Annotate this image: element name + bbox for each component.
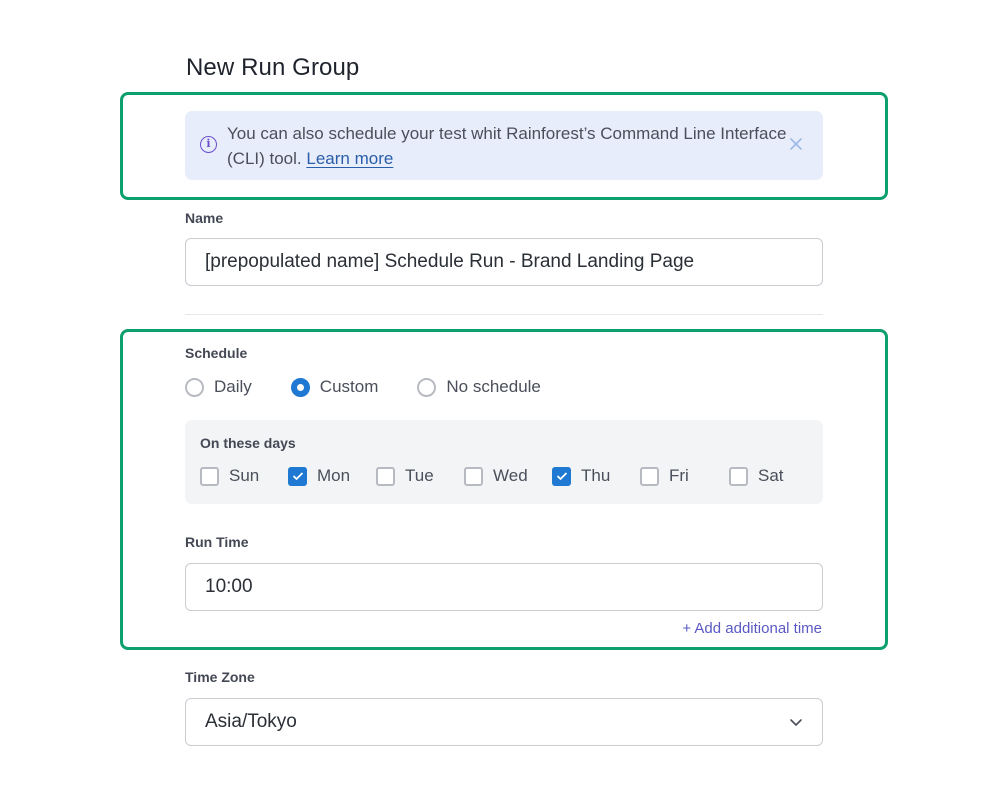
radio-daily[interactable]: Daily	[185, 377, 252, 397]
check-icon	[292, 472, 303, 481]
checkbox-box	[464, 466, 483, 486]
checkbox-box	[376, 466, 395, 486]
run-time-label: Run Time	[185, 534, 249, 550]
checkbox-wed[interactable]: Wed	[464, 466, 528, 486]
time-zone-label: Time Zone	[185, 669, 255, 685]
info-banner: i You can also schedule your test whit R…	[185, 111, 823, 180]
checkbox-thu[interactable]: Thu	[552, 466, 610, 486]
page-title: New Run Group	[186, 54, 360, 81]
run-time-input[interactable]: 10:00	[185, 563, 823, 611]
checkbox-box-checked	[288, 466, 307, 486]
checkbox-sat[interactable]: Sat	[729, 466, 784, 486]
close-icon[interactable]	[787, 135, 805, 153]
chevron-down-icon	[790, 719, 802, 726]
checkbox-label: Sun	[229, 466, 260, 485]
days-label: On these days	[200, 435, 296, 451]
schedule-label: Schedule	[185, 345, 248, 361]
banner-message: You can also schedule your test whit Rai…	[227, 121, 787, 171]
info-icon: i	[200, 136, 217, 153]
learn-more-link[interactable]: Learn more	[306, 149, 393, 168]
checkbox-label: Mon	[317, 466, 351, 485]
checkbox-box	[729, 466, 748, 486]
name-input-value: [prepopulated name] Schedule Run - Brand…	[205, 251, 695, 272]
checkbox-box	[640, 466, 659, 486]
checkbox-label: Sat	[758, 466, 784, 485]
checkbox-tue[interactable]: Tue	[376, 466, 434, 486]
radio-circle	[417, 377, 437, 397]
checkbox-sun[interactable]: Sun	[200, 466, 259, 486]
name-label: Name	[185, 210, 224, 226]
radio-no-schedule[interactable]: No schedule	[417, 377, 541, 397]
run-time-value: 10:00	[205, 576, 253, 597]
checkbox-box-checked	[552, 466, 571, 486]
radio-custom[interactable]: Custom	[290, 377, 379, 397]
time-zone-select[interactable]: Asia/Tokyo	[185, 698, 823, 746]
radio-label: Custom	[319, 377, 379, 396]
name-input[interactable]: [prepopulated name] Schedule Run - Brand…	[185, 238, 823, 286]
schedule-radio-group: Daily Custom No schedule	[185, 375, 580, 399]
checkbox-fri[interactable]: Fri	[640, 466, 689, 486]
checkbox-label: Wed	[493, 466, 528, 485]
add-additional-time-link[interactable]: + Add additional time	[682, 620, 822, 637]
radio-circle	[185, 377, 204, 397]
radio-label: No schedule	[446, 377, 541, 396]
days-panel: On these days Sun Mon Tue Wed Thu Fri Sa…	[185, 420, 823, 504]
checkbox-mon[interactable]: Mon	[288, 466, 350, 486]
time-zone-value: Asia/Tokyo	[205, 711, 297, 732]
checkbox-label: Thu	[581, 466, 611, 485]
divider	[185, 314, 823, 315]
radio-circle-selected	[290, 377, 310, 397]
checkbox-box	[200, 466, 219, 486]
check-icon	[556, 472, 567, 481]
radio-label: Daily	[214, 377, 252, 396]
checkbox-label: Fri	[669, 466, 689, 485]
checkbox-label: Tue	[405, 466, 434, 485]
